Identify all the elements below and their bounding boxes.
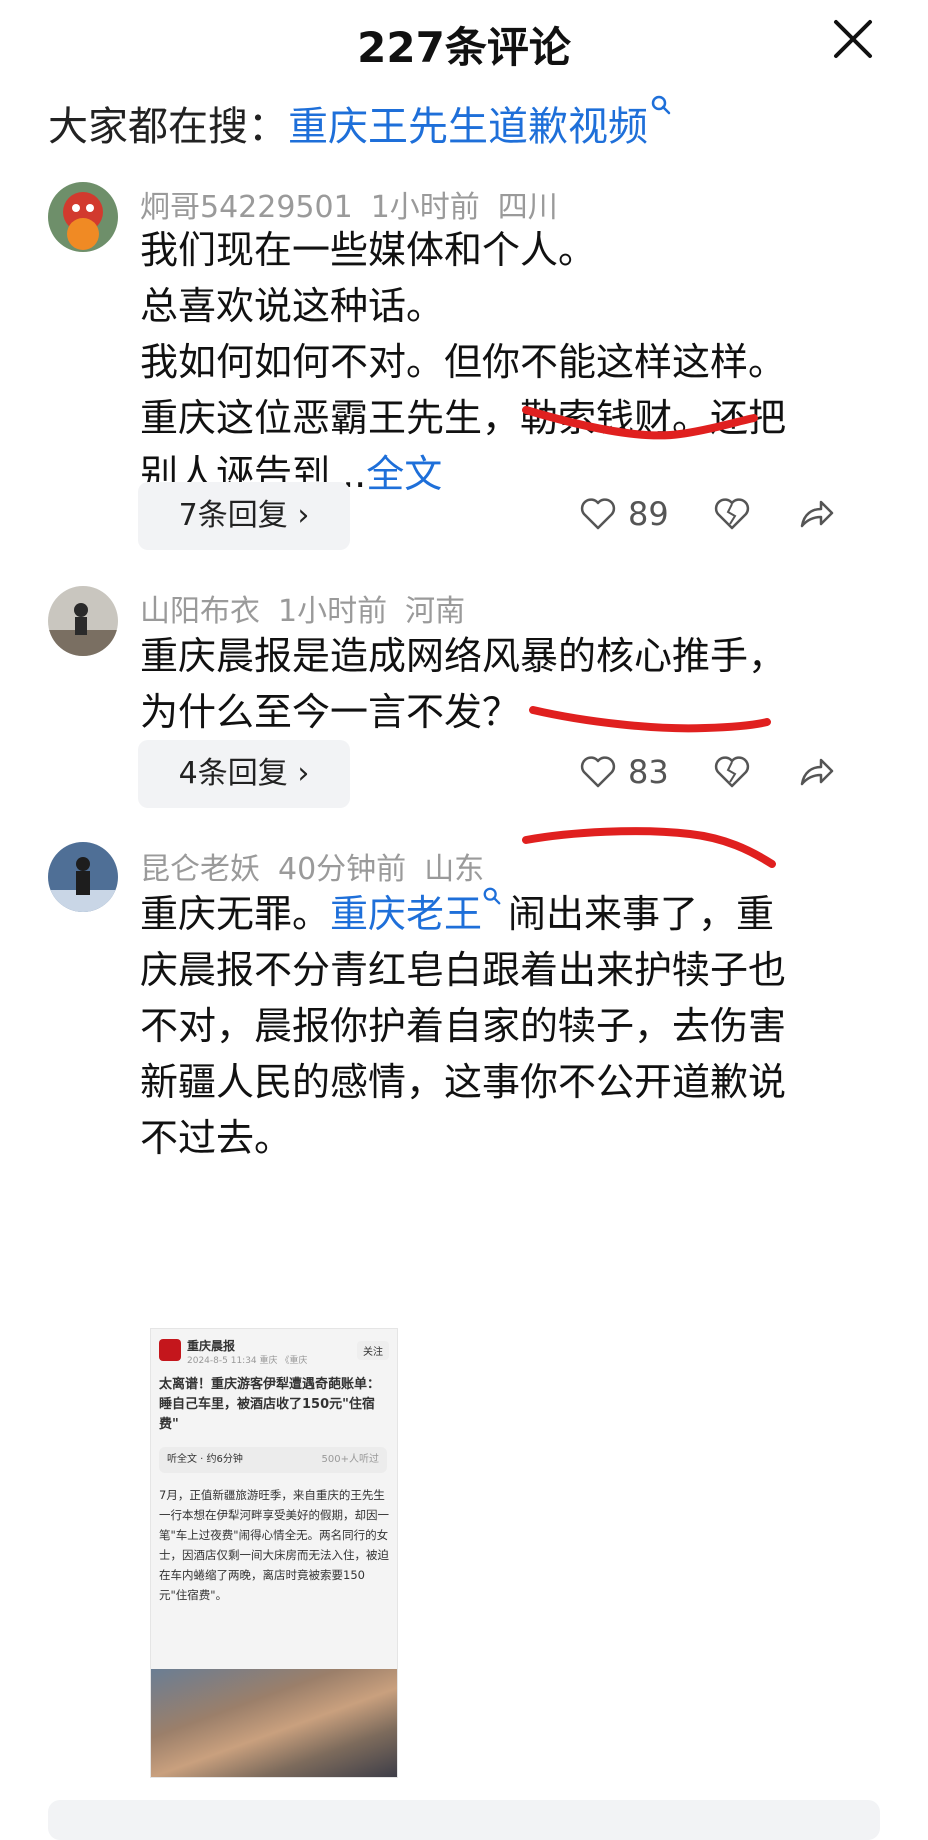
replies-label: 7条回复 (178, 498, 288, 533)
like-count: 89 (628, 495, 669, 533)
comment-line: 庆晨报不分青红皂白跟着出来护犊子也 (140, 948, 787, 992)
comment-location: 河南 (405, 594, 466, 629)
bottom-input-bar[interactable] (48, 1800, 880, 1840)
red-underline-mark (522, 406, 758, 440)
comments-header: 227条评论 (0, 0, 928, 80)
comment-time: 40分钟前 (278, 852, 407, 887)
comment-line: 我如何如何不对。但你不能这样这样。 (140, 340, 787, 384)
share-icon (800, 500, 834, 528)
dislike-button[interactable] (712, 484, 752, 544)
attached-image[interactable]: 重庆晨报 2024-8-5 11:34 重庆 《重庆 关注 太离谱！重庆游客伊犁… (150, 1328, 398, 1778)
chevron-right-icon: › (297, 756, 310, 791)
share-button[interactable] (796, 484, 836, 544)
heart-icon (580, 756, 616, 788)
avatar[interactable] (48, 842, 118, 912)
follow-button: 关注 (357, 1341, 389, 1360)
like-count: 83 (628, 753, 669, 791)
comment-line: 重庆无罪。重庆老王 闹出来事了，重 (140, 886, 880, 942)
trending-search-keyword[interactable]: 重庆王先生道歉视频 (288, 104, 648, 150)
comment-meta: 山阳布衣 1小时前 河南 (140, 586, 483, 630)
dislike-button[interactable] (712, 742, 752, 802)
trending-search: 大家都在搜：重庆王先生道歉视频 (48, 94, 672, 152)
listeners-count: 500+人听过 (321, 1454, 379, 1465)
comment-location: 山东 (424, 852, 485, 887)
publisher-name: 重庆晨报 (187, 1339, 236, 1353)
listen-label: 听全文 · 约6分钟 (167, 1454, 243, 1465)
comments-count-title: 227条评论 (357, 23, 571, 72)
article-photo (151, 1669, 397, 1777)
comment-meta: 炯哥54229501 1小时前 四川 (140, 182, 576, 226)
article-body: 7月，正值新疆旅游旺季，来自重庆的王先生一行本想在伊犁河畔享受美好的假期，却因一… (159, 1488, 389, 1602)
username[interactable]: 炯哥54229501 (140, 190, 353, 225)
comment-line-text: 闹出来事了，重 (508, 892, 775, 936)
topic-link[interactable]: 重庆老王 (330, 892, 482, 936)
comment-actions: 89 (578, 484, 878, 544)
share-icon (800, 758, 834, 786)
listen-bar: 听全文 · 约6分钟 500+人听过 (159, 1447, 387, 1473)
article-title: 太离谱！重庆游客伊犁遭遇奇葩账单：睡自己车里，被酒店收了150元"住宿费" (159, 1377, 381, 1432)
comment-location: 四川 (497, 190, 558, 225)
close-icon[interactable] (830, 16, 876, 62)
chevron-right-icon: › (297, 498, 310, 533)
comment-text: 我们现在一些媒体和个人。 总喜欢说这种话。 我如何如何不对。但你不能这样这样。 … (140, 222, 880, 502)
article-date: 2024-8-5 11:34 重庆 《重庆 (187, 1356, 308, 1366)
comment-line: 为什么至今一言不发？ (140, 690, 521, 734)
search-icon (483, 887, 501, 905)
comment-line-text: 重庆无罪。 (140, 892, 331, 936)
comment-actions: 83 (578, 742, 878, 802)
trending-search-prefix: 大家都在搜： (48, 104, 288, 150)
share-button[interactable] (796, 742, 836, 802)
comment-text: 重庆无罪。重庆老王 闹出来事了，重 庆晨报不分青红皂白跟着出来护犊子也 不对，晨报… (140, 886, 880, 1166)
like-button[interactable]: 83 (578, 742, 669, 802)
comment-meta: 昆仑老妖 40分钟前 山东 (140, 844, 502, 888)
broken-heart-icon (714, 756, 750, 788)
comment-time: 1小时前 (370, 190, 480, 225)
publisher-logo (159, 1339, 181, 1361)
username[interactable]: 昆仑老妖 (140, 852, 260, 887)
view-replies-button[interactable]: 7条回复 › (138, 482, 350, 550)
view-replies-button[interactable]: 4条回复 › (138, 740, 350, 808)
comment-line: 总喜欢说这种话。 (140, 284, 445, 328)
full-text-link[interactable]: 全文 (366, 452, 442, 496)
comment-line: 我们现在一些媒体和个人。 (140, 228, 597, 272)
avatar[interactable] (48, 182, 118, 252)
red-underline-mark (522, 827, 776, 868)
comment-line: 新疆人民的感情，这事你不公开道歉说 (140, 1060, 787, 1104)
username[interactable]: 山阳布衣 (140, 594, 260, 629)
article-header: 重庆晨报 2024-8-5 11:34 重庆 《重庆 关注 (159, 1337, 389, 1367)
comment-line: 不过去。 (140, 1116, 293, 1160)
broken-heart-icon (714, 498, 750, 530)
like-button[interactable]: 89 (578, 484, 669, 544)
search-icon[interactable] (650, 94, 672, 116)
comment-line: 不对，晨报你护着自家的犊子，去伤害 (140, 1004, 787, 1048)
replies-label: 4条回复 (178, 756, 288, 791)
avatar[interactable] (48, 586, 118, 656)
comment-text: 重庆晨报是造成网络风暴的核心推手， 为什么至今一言不发？ (140, 628, 880, 740)
comment-time: 1小时前 (278, 594, 388, 629)
comment-line: 重庆晨报是造成网络风暴的核心推手， (140, 634, 787, 678)
comment-line: 重庆这位恶霸王先生，勒索钱财。还把 (140, 396, 787, 440)
heart-icon (580, 498, 616, 530)
